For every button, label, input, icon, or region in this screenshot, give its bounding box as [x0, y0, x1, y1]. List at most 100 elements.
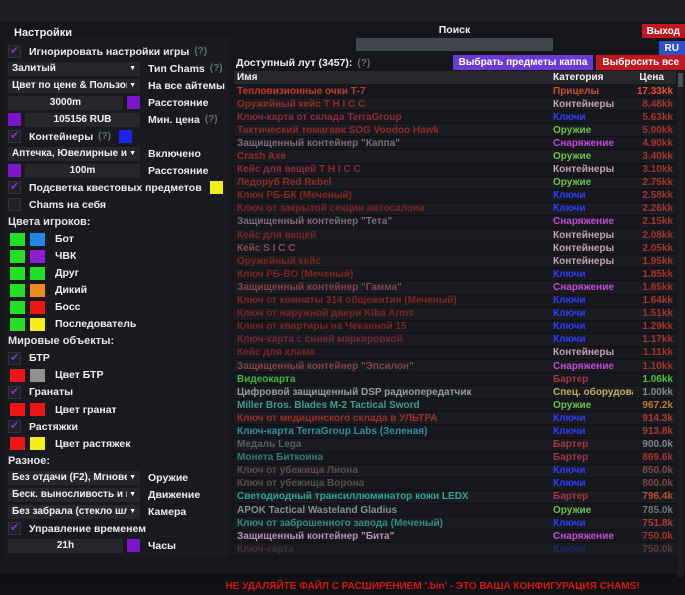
table-row[interactable]: ВидеокартаБартер1.06kk — [234, 373, 676, 386]
item-category: Ключи — [553, 544, 633, 555]
sidebar-row: ✔БТР — [8, 350, 222, 367]
color-swatch[interactable] — [30, 318, 45, 331]
color-swatch[interactable] — [10, 369, 25, 382]
color-swatch[interactable] — [10, 437, 25, 450]
sidebar-row: 21hЧасы — [8, 537, 222, 554]
setting-label: Расстояние — [148, 165, 208, 177]
text-input[interactable]: 105156 RUB — [25, 113, 140, 127]
table-row[interactable]: Оружейный кейсКонтейнеры1.95kk — [234, 255, 676, 268]
setting-label: Расстояние — [148, 97, 208, 109]
color-swatch[interactable] — [10, 233, 25, 246]
color-swatch[interactable] — [30, 369, 45, 382]
select-kappa-items-button[interactable]: Выбрать предметы каппа — [453, 55, 594, 70]
table-row[interactable]: Кейс S I C CКонтейнеры2.05kk — [234, 242, 676, 255]
table-row[interactable]: Ключ от убежища ЛионаКлючи850.0k — [234, 465, 676, 478]
item-price: 869.6k — [633, 452, 676, 463]
table-row[interactable]: Монета БиткоинаБартер869.6k — [234, 452, 676, 465]
dropdown[interactable]: Залитый▼ — [8, 62, 140, 76]
table-row[interactable]: Кейс для вещей T H I C CКонтейнеры3.10kk — [234, 164, 676, 177]
column-header-name[interactable]: Имя — [234, 72, 553, 83]
table-row[interactable]: Ключ-карта с синей маркировкойКлючи1.17k… — [234, 334, 676, 347]
table-row[interactable]: Защищенный контейнер "Гамма"Снаряжение1.… — [234, 281, 676, 294]
table-row[interactable]: Ключ от медицинского склада в УЛЬТРАКлюч… — [234, 412, 676, 425]
color-swatch[interactable] — [10, 250, 25, 263]
table-row[interactable]: Ледоруб Red RebelОружие2.75kk — [234, 177, 676, 190]
dropdown[interactable]: Цвет по цене & Пользователь▼ — [8, 79, 140, 93]
color-swatch[interactable] — [30, 233, 45, 246]
table-row[interactable]: Ключ от заброшенного завода (Меченый)Клю… — [234, 517, 676, 530]
dropdown[interactable]: Беск. выносливость и нет уста▼ — [8, 488, 140, 502]
table-scrollbar[interactable] — [677, 71, 684, 577]
checkbox[interactable] — [8, 198, 21, 211]
table-row[interactable]: Защищенный контейнер "Каппа"Снаряжение4.… — [234, 137, 676, 150]
table-row[interactable]: Цифровой защищенный DSP радиопередатчикС… — [234, 386, 676, 399]
item-price: 1.64kk — [633, 295, 676, 306]
color-swatch[interactable] — [30, 250, 45, 263]
item-name: Ключ от заброшенного завода (Меченый) — [234, 518, 553, 529]
item-name: Видеокарта — [234, 374, 553, 385]
table-row[interactable]: Miller Bros. Blades M-2 Tactical SwordОр… — [234, 399, 676, 412]
text-input[interactable]: 3000m — [8, 96, 123, 110]
color-swatch[interactable] — [8, 113, 21, 126]
checkbox[interactable]: ✔ — [8, 45, 21, 58]
checkbox[interactable]: ✔ — [8, 420, 21, 433]
table-row[interactable]: Тактический томагавк SOG Voodoo HawkОруж… — [234, 124, 676, 137]
text-input[interactable]: 21h — [8, 539, 123, 553]
column-header-price[interactable]: Цена — [633, 72, 676, 83]
checkbox[interactable]: ✔ — [8, 386, 21, 399]
table-row[interactable]: Тепловизионные очки Т-7Прицелы17.33kk — [234, 85, 676, 98]
dropdown[interactable]: Без отдачи (F2), Мгновенное п▼ — [8, 471, 140, 485]
color-swatch[interactable] — [10, 301, 25, 314]
color-swatch[interactable] — [10, 318, 25, 331]
table-row[interactable]: Ключ РБ-ВО (Меченый)Ключи1.85kk — [234, 268, 676, 281]
color-swatch[interactable] — [30, 437, 45, 450]
color-swatch[interactable] — [10, 403, 25, 416]
checkbox[interactable]: ✔ — [8, 181, 21, 194]
color-swatch[interactable] — [30, 301, 45, 314]
discard-all-button[interactable]: Выбросить все — [596, 55, 685, 70]
scrollbar-thumb[interactable] — [678, 73, 683, 87]
table-row[interactable]: Ключ от наружной двери Kiba ArmsКлючи1.5… — [234, 308, 676, 321]
color-swatch[interactable] — [30, 403, 45, 416]
table-row[interactable]: Защищенный контейнер "Эпсилон"Снаряжение… — [234, 360, 676, 373]
table-row[interactable]: Медаль LegaБартер900.0k — [234, 439, 676, 452]
chevron-down-icon: ▼ — [129, 65, 136, 72]
color-swatch[interactable] — [30, 284, 45, 297]
table-row[interactable]: Ключ от квартиры на Чеканной 15Ключи1.29… — [234, 321, 676, 334]
table-row[interactable]: Ключ РБ-БК (Меченый)Ключи2.58kk — [234, 190, 676, 203]
window-titlebar[interactable] — [0, 0, 685, 21]
text-input[interactable]: 100m — [25, 164, 140, 178]
column-header-category[interactable]: Категория — [553, 72, 633, 83]
checkbox[interactable]: ✔ — [8, 522, 21, 535]
color-swatch[interactable] — [210, 181, 223, 194]
color-swatch[interactable] — [10, 267, 25, 280]
language-button[interactable]: RU — [659, 41, 685, 55]
checkbox[interactable]: ✔ — [8, 130, 21, 143]
dropdown[interactable]: Без забрала (стекло шлема)▼ — [8, 505, 140, 519]
checkbox[interactable]: ✔ — [8, 352, 21, 365]
table-row[interactable]: Светодиодный трансиллюминатор кожи LEDXБ… — [234, 491, 676, 504]
table-row[interactable]: Кейс для хламаКонтейнеры1.11kk — [234, 347, 676, 360]
color-swatch[interactable] — [8, 164, 21, 177]
table-row[interactable]: Ключ-картаКлючи750.0k — [234, 543, 676, 556]
exit-button[interactable]: Выход — [642, 24, 685, 38]
table-row[interactable]: Кейс для вещейКонтейнеры2.08kk — [234, 229, 676, 242]
color-swatch[interactable] — [10, 284, 25, 297]
sidebar-row: Цвет БТР — [8, 367, 222, 384]
table-row[interactable]: APOK Tactical Wasteland GladiusОружие785… — [234, 504, 676, 517]
table-row[interactable]: Защищенный контейнер "Тета"Снаряжение2.1… — [234, 216, 676, 229]
table-row[interactable]: Оружейный кейс T H I C CКонтейнеры8.48kk — [234, 98, 676, 111]
table-row[interactable]: Ключ от комнаты 314 общежития (Меченый)К… — [234, 295, 676, 308]
color-swatch[interactable] — [127, 539, 140, 552]
table-row[interactable]: Ключ от убежища ВоронаКлючи800.0k — [234, 478, 676, 491]
table-row[interactable]: Crash AxeОружие3.40kk — [234, 150, 676, 163]
color-swatch[interactable] — [30, 267, 45, 280]
table-row[interactable]: Ключ-карта TerraGroup Labs (Зеленая)Ключ… — [234, 425, 676, 438]
table-row[interactable]: Защищенный контейнер "Бита"Снаряжение750… — [234, 530, 676, 543]
color-swatch[interactable] — [127, 96, 140, 109]
dropdown[interactable]: Аптечка, Ювелирные и...▼ — [8, 147, 140, 161]
search-input[interactable] — [356, 38, 553, 51]
table-row[interactable]: Ключ-карта от склада TerraGroupКлючи5.63… — [234, 111, 676, 124]
table-row[interactable]: Ключ от закрытой секции автосалонаКлючи2… — [234, 203, 676, 216]
color-swatch[interactable] — [119, 130, 132, 143]
